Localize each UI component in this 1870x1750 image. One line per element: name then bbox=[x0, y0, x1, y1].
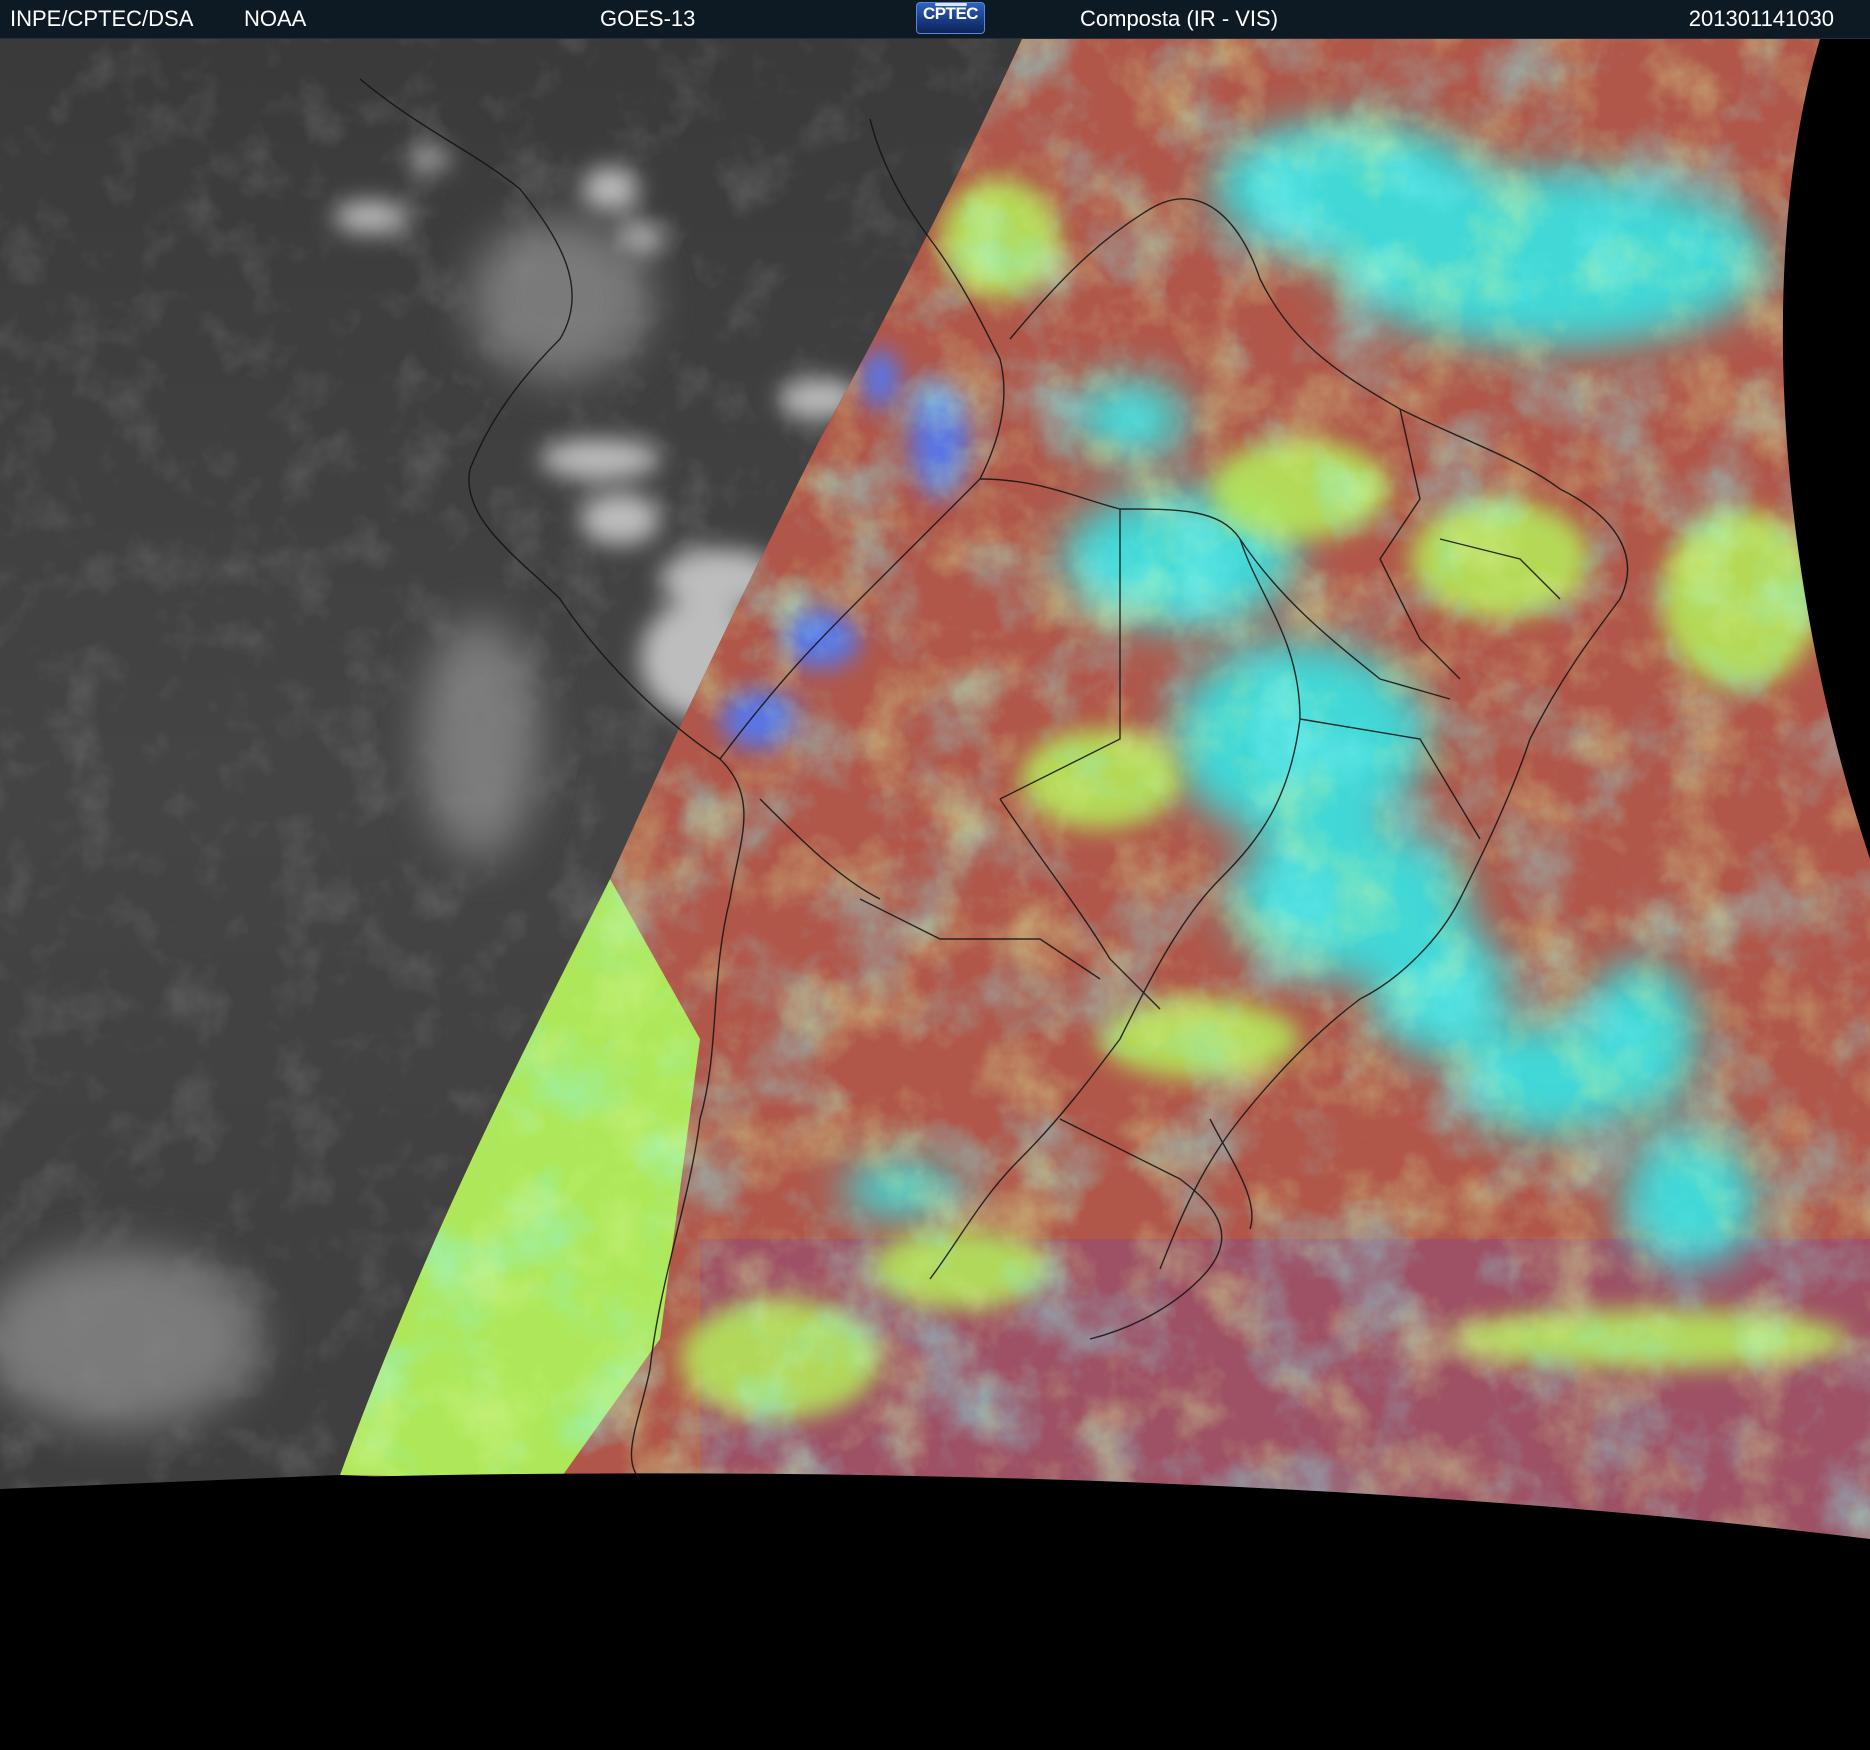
earth-limb-bottom bbox=[0, 1473, 1870, 1750]
satellite-label: GOES-13 bbox=[600, 6, 696, 31]
logo-text: CPTEC bbox=[922, 4, 979, 23]
agency-label: NOAA bbox=[244, 6, 307, 31]
logo-swoosh bbox=[935, 3, 967, 6]
satellite-image bbox=[0, 39, 1870, 1750]
product-label: Composta (IR - VIS) bbox=[1080, 6, 1279, 31]
header-bar: INPE/CPTEC/DSA NOAA GOES-13 CPTEC Compos… bbox=[0, 0, 1870, 39]
cptec-logo: CPTEC bbox=[916, 2, 985, 34]
organization-label: INPE/CPTEC/DSA bbox=[10, 6, 194, 31]
timestamp-label: 201301141030 bbox=[1688, 6, 1834, 31]
